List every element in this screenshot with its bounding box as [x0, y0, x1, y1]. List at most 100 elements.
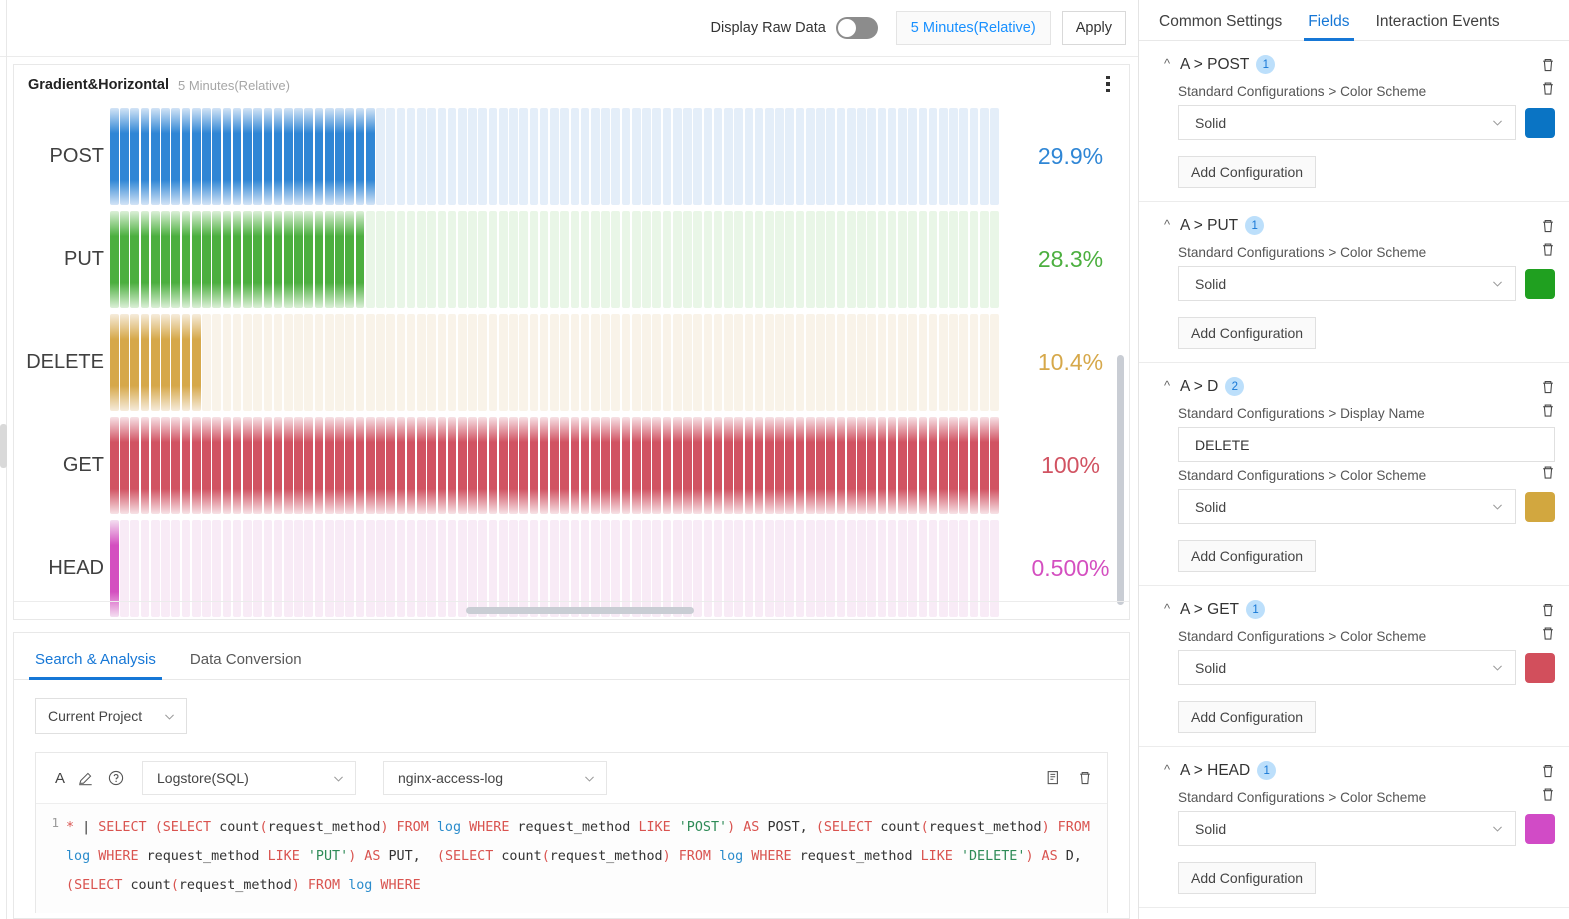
delete-config-icon[interactable]: [1540, 80, 1556, 97]
field-group-header[interactable]: ^ A > PUT 1: [1139, 212, 1569, 239]
add-configuration-button[interactable]: Add Configuration: [1178, 862, 1317, 894]
chart-bar-segment: [345, 417, 355, 514]
add-configuration-button[interactable]: Add Configuration: [1178, 156, 1317, 188]
time-range-picker[interactable]: 5 Minutes(Relative): [895, 11, 1051, 45]
chart-bar-segment: [376, 211, 385, 308]
chart-bar-segment: [509, 108, 518, 205]
color-swatch[interactable]: [1525, 652, 1555, 683]
chart-bar-segment: [744, 108, 754, 205]
chart-bar-segment: [539, 314, 549, 411]
delete-config-icon[interactable]: [1540, 625, 1556, 642]
chart-subtitle: 5 Minutes(Relative): [177, 77, 290, 93]
color-swatch[interactable]: [1525, 268, 1555, 299]
delete-config-icon[interactable]: [1540, 464, 1556, 481]
top-toolbar: Display Raw Data 5 Minutes(Relative) App…: [0, 0, 1138, 57]
chart-bar-segment: [324, 314, 334, 411]
chart-bar-segment: [355, 108, 365, 205]
color-swatch[interactable]: [1525, 107, 1555, 138]
trash-icon[interactable]: [1075, 769, 1094, 788]
chart-bar-segment: [580, 108, 590, 205]
project-select[interactable]: Current Project: [35, 698, 187, 734]
config-control: Solid: [1178, 266, 1555, 301]
chart-bar-segment: [324, 211, 334, 308]
chevron-up-icon[interactable]: ^: [1161, 378, 1173, 393]
logstore-select[interactable]: nginx-access-log: [383, 761, 608, 795]
chart-bar-segment: [427, 108, 436, 205]
add-configuration-button[interactable]: Add Configuration: [1178, 540, 1317, 572]
chart-bar-segment: [611, 211, 621, 308]
tab-data-conversion[interactable]: Data Conversion: [190, 651, 302, 679]
tab-common-settings[interactable]: Common Settings: [1159, 13, 1282, 40]
chart-vertical-scrollbar[interactable]: [1117, 355, 1124, 605]
chart-bar-segment: [642, 211, 651, 308]
chart-bar-segment: [478, 314, 488, 411]
sql-code-text[interactable]: * | SELECT (SELECT count(request_method)…: [66, 813, 1107, 913]
project-select-value: Current Project: [48, 708, 143, 724]
color-scheme-select[interactable]: Solid: [1178, 105, 1516, 140]
tab-fields[interactable]: Fields: [1304, 13, 1354, 41]
chart-bar-segment: [621, 314, 631, 411]
delete-group-icon[interactable]: [1540, 56, 1556, 73]
field-group-header[interactable]: ^ A > POST 1: [1139, 51, 1569, 78]
pencil-icon[interactable]: [76, 769, 95, 788]
chevron-up-icon[interactable]: ^: [1161, 601, 1173, 616]
chart-horizontal-scrollbar-thumb[interactable]: [466, 607, 694, 614]
field-group-header[interactable]: ^ A > D 2: [1139, 373, 1569, 400]
delete-config-icon[interactable]: [1540, 786, 1556, 803]
chart-row: GET 100%: [14, 414, 1129, 517]
left-panel-drag-handle[interactable]: [0, 424, 7, 468]
query-type-value: Logstore(SQL): [157, 770, 249, 786]
chart-bar-segment: [304, 211, 314, 308]
chart-bar-segment: [243, 108, 252, 205]
document-copy-icon[interactable]: [1044, 769, 1063, 788]
sql-token: LIKE: [638, 820, 679, 835]
sql-token: request_method: [146, 849, 268, 864]
sql-editor[interactable]: 1 * | SELECT (SELECT count(request_metho…: [36, 803, 1107, 913]
delete-group-icon[interactable]: [1540, 217, 1556, 234]
chevron-up-icon[interactable]: ^: [1161, 762, 1173, 777]
tab-search-and-analysis[interactable]: Search & Analysis: [29, 651, 162, 680]
delete-group-icon[interactable]: [1540, 762, 1556, 779]
tab-interaction-events[interactable]: Interaction Events: [1376, 13, 1500, 40]
display-name-input[interactable]: DELETE: [1178, 427, 1555, 462]
delete-config-icon[interactable]: [1540, 402, 1556, 419]
chart-bar-segment: [550, 417, 559, 514]
config-row: Standard Configurations > Color Scheme So…: [1139, 78, 1569, 140]
chart-bar-segment: [171, 314, 181, 411]
add-configuration-button[interactable]: Add Configuration: [1178, 317, 1317, 349]
question-circle-icon[interactable]: [106, 769, 125, 788]
chevron-up-icon[interactable]: ^: [1161, 56, 1173, 71]
chart-bar-segment: [662, 417, 672, 514]
delete-config-icon[interactable]: [1540, 241, 1556, 258]
color-scheme-select[interactable]: Solid: [1178, 266, 1516, 301]
chart-bar-segment: [918, 211, 928, 308]
chart-bar-segment: [529, 314, 539, 411]
chart-bar-segment: [335, 108, 344, 205]
color-scheme-select[interactable]: Solid: [1178, 650, 1516, 685]
chart-bar-segment: [724, 314, 733, 411]
chevron-up-icon[interactable]: ^: [1161, 217, 1173, 232]
chart-bar-segment: [294, 417, 303, 514]
sql-token: 'DELETE': [960, 849, 1026, 864]
chart-bar-segment: [294, 108, 303, 205]
chart-bar-segment: [775, 314, 784, 411]
field-group-header[interactable]: ^ A > HEAD 1: [1139, 757, 1569, 784]
apply-button[interactable]: Apply: [1061, 11, 1126, 45]
delete-group-icon[interactable]: [1540, 601, 1556, 618]
chart-bar-segment: [631, 211, 641, 308]
display-raw-data-toggle[interactable]: [835, 17, 878, 39]
field-group-header[interactable]: ^ A > GET 1: [1139, 596, 1569, 623]
color-scheme-select[interactable]: Solid: [1178, 489, 1516, 524]
delete-group-icon[interactable]: [1540, 378, 1556, 395]
kebab-menu-icon[interactable]: [1101, 74, 1115, 94]
color-swatch[interactable]: [1525, 491, 1555, 522]
chart-bar-segment: [202, 211, 211, 308]
color-scheme-value: Solid: [1195, 820, 1227, 837]
chart-bar-segment: [744, 314, 754, 411]
color-swatch[interactable]: [1525, 813, 1555, 844]
color-scheme-select[interactable]: Solid: [1178, 811, 1516, 846]
query-type-select[interactable]: Logstore(SQL): [142, 761, 357, 795]
chart-bar-segment: [498, 314, 508, 411]
chart-bar-segment: [222, 211, 232, 308]
add-configuration-button[interactable]: Add Configuration: [1178, 701, 1317, 733]
